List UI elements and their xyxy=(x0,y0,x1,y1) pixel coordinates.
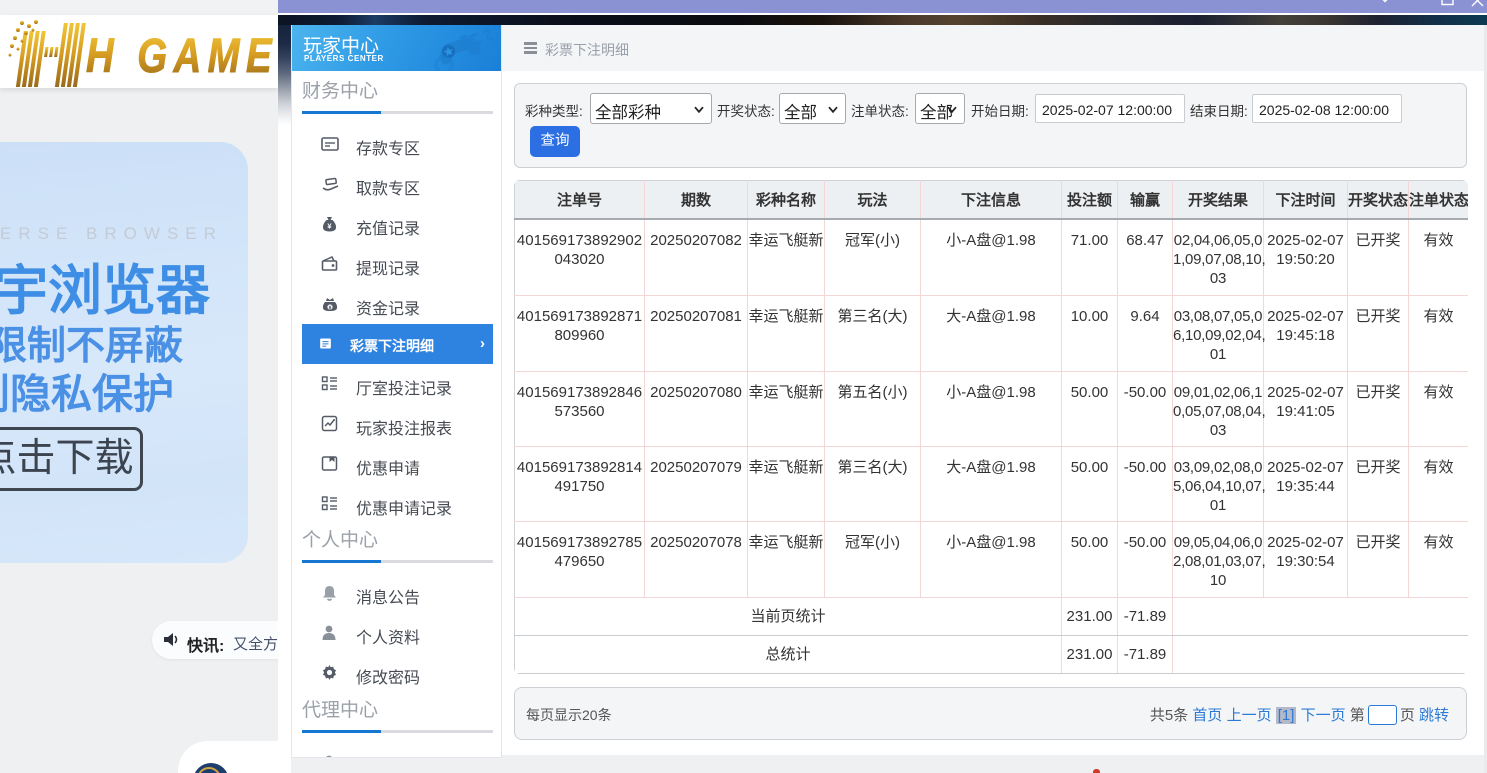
svg-text:H GAME: H GAME xyxy=(86,30,278,83)
